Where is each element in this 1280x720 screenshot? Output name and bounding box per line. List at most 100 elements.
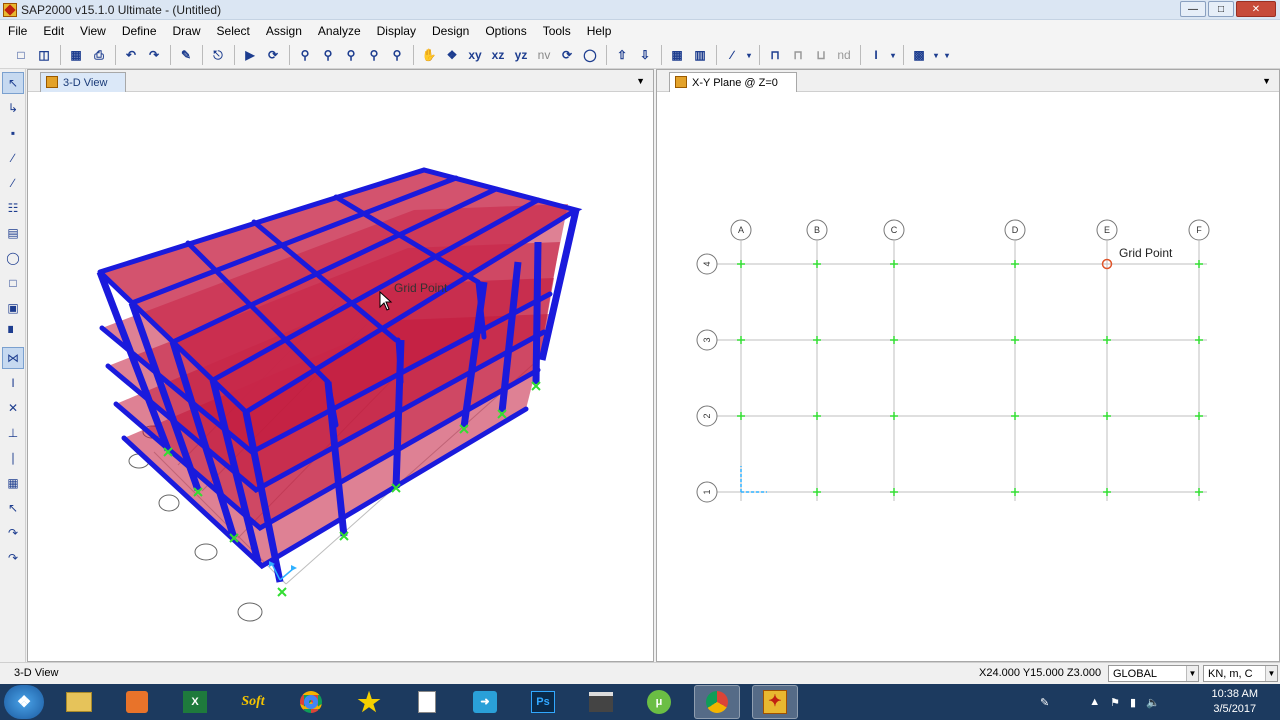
3d-view-pane[interactable]: 3-D View ▼ Grid Point — [27, 69, 654, 662]
minimize-button[interactable]: — — [1180, 1, 1206, 17]
3d-view-icon[interactable]: ❖ — [441, 44, 463, 66]
snap-fine-grid-icon[interactable]: ▦ — [2, 472, 24, 494]
menu-analyze[interactable]: Analyze — [310, 24, 369, 38]
clear-selection-icon[interactable]: ↷ — [2, 547, 24, 569]
units-select[interactable]: KN, m, C ▼ — [1203, 665, 1278, 682]
utorrent-icon[interactable]: μ — [636, 685, 682, 719]
quick-draw-secondary-icon[interactable]: ▤ — [2, 222, 24, 244]
redo-icon[interactable]: ↷ — [143, 44, 165, 66]
previous-selection-icon[interactable]: ↷ — [2, 522, 24, 544]
menu-view[interactable]: View — [72, 24, 114, 38]
3d-view-menu-dropdown-icon[interactable]: ▼ — [636, 76, 645, 86]
lock-icon[interactable]: ⎋ — [207, 44, 229, 66]
zoom-in-icon[interactable]: ⚲ — [317, 44, 339, 66]
perspective-icon[interactable]: ◯ — [579, 44, 601, 66]
excel-icon[interactable]: X — [172, 685, 218, 719]
run-analysis-icon[interactable]: ▶ — [239, 44, 261, 66]
xz-view-button[interactable]: xz — [487, 44, 509, 66]
zoom-full-icon[interactable]: ⚲ — [363, 44, 385, 66]
chrome-icon[interactable] — [288, 685, 334, 719]
system-clock[interactable]: 10:38 AM 3/5/2017 — [1212, 687, 1258, 717]
menu-options[interactable]: Options — [477, 24, 534, 38]
frame-section-icon[interactable]: ⊓ — [764, 44, 786, 66]
show-hidden-icons-icon[interactable]: ▲ — [1089, 696, 1100, 708]
zoom-out-icon[interactable]: ⚲ — [340, 44, 362, 66]
undo-icon[interactable]: ↶ — [120, 44, 142, 66]
section-dropdown-icon[interactable]: ▾ — [888, 44, 898, 66]
menu-file[interactable]: File — [0, 24, 35, 38]
tab-xy-plane[interactable]: X-Y Plane @ Z=0 — [669, 72, 797, 92]
menu-display[interactable]: Display — [369, 24, 424, 38]
select-all-icon[interactable]: ↖ — [2, 497, 24, 519]
i-section-icon[interactable]: I — [865, 44, 887, 66]
quick-draw-frame-icon[interactable]: ∕ — [2, 172, 24, 194]
draw-rect-area-icon[interactable]: □ — [2, 272, 24, 294]
star-app-icon[interactable]: ★ — [346, 685, 392, 719]
chrome-window-icon[interactable] — [694, 685, 740, 719]
close-button[interactable]: ✕ — [1236, 1, 1276, 17]
snap-intersections-icon[interactable]: ✕ — [2, 397, 24, 419]
start-button[interactable]: ❖ — [4, 685, 44, 719]
move-up-icon[interactable]: ⇧ — [611, 44, 633, 66]
draw-frame-icon[interactable]: ∕ — [2, 147, 24, 169]
transfer-app-icon[interactable]: ➜ — [462, 685, 508, 719]
xy-plan-canvas[interactable]: A B C D E F 4 3 2 1 Grid Point — [657, 92, 1279, 661]
menu-draw[interactable]: Draw — [165, 24, 209, 38]
menu-help[interactable]: Help — [579, 24, 620, 38]
show-undeformed-icon[interactable]: ▥ — [689, 44, 711, 66]
nv-view-button[interactable]: nv — [533, 44, 555, 66]
deformed-shape-icon[interactable]: ⊔ — [810, 44, 832, 66]
sap2000-taskbar-icon[interactable]: ✦ — [752, 685, 798, 719]
print-icon[interactable]: ⎙ — [88, 44, 110, 66]
document-icon[interactable] — [404, 685, 450, 719]
snap-points-icon[interactable]: ⋈ — [2, 347, 24, 369]
soft-app-icon[interactable]: Soft — [230, 685, 276, 719]
menu-edit[interactable]: Edit — [35, 24, 72, 38]
maximize-button[interactable]: □ — [1208, 1, 1234, 17]
snap-perpendicular-icon[interactable]: ⊥ — [2, 422, 24, 444]
coordinate-system-select[interactable]: GLOBAL ▼ — [1108, 665, 1199, 682]
pan-hand-icon[interactable]: ✋ — [418, 44, 440, 66]
pen-tablet-icon[interactable]: ✎ — [1040, 696, 1049, 709]
quick-draw-braces-icon[interactable]: ☷ — [2, 197, 24, 219]
video-editor-icon[interactable] — [578, 685, 624, 719]
color-dropdown-icon[interactable]: ▾ — [931, 44, 941, 66]
save-icon[interactable]: ▦ — [65, 44, 87, 66]
battery-icon[interactable]: ▮ — [1130, 696, 1136, 709]
rotate-3d-icon[interactable]: ⟳ — [556, 44, 578, 66]
volume-icon[interactable]: 🔈 — [1146, 696, 1160, 709]
xy-plane-menu-dropdown-icon[interactable]: ▼ — [1262, 76, 1271, 86]
menu-assign[interactable]: Assign — [258, 24, 310, 38]
frame-shape-icon[interactable]: ⊓ — [787, 44, 809, 66]
reshape-tool-icon[interactable]: ↳ — [2, 97, 24, 119]
menu-design[interactable]: Design — [424, 24, 477, 38]
media-player-icon[interactable] — [114, 685, 160, 719]
menu-tools[interactable]: Tools — [535, 24, 579, 38]
photoshop-icon[interactable]: Ps — [520, 685, 566, 719]
new-model-icon[interactable]: □ — [10, 44, 32, 66]
color-display-icon[interactable]: ▩ — [908, 44, 930, 66]
xy-view-button[interactable]: xy — [464, 44, 486, 66]
snap-lines-icon[interactable]: ∣ — [2, 447, 24, 469]
menu-define[interactable]: Define — [114, 24, 165, 38]
xy-plane-pane[interactable]: X-Y Plane @ Z=0 ▼ A B C D E F 4 3 2 1 Gr… — [656, 69, 1280, 662]
refresh-icon[interactable]: ⟳ — [262, 44, 284, 66]
open-icon[interactable]: ◫ — [33, 44, 55, 66]
yz-view-button[interactable]: yz — [510, 44, 532, 66]
move-down-icon[interactable]: ⇩ — [634, 44, 656, 66]
nd-button[interactable]: nd — [833, 44, 855, 66]
toolbar-overflow-icon[interactable]: ▾ — [942, 44, 952, 66]
set-display-options-icon[interactable]: ▦ — [666, 44, 688, 66]
diagonal-dropdown-icon[interactable]: ▾ — [744, 44, 754, 66]
file-explorer-icon[interactable] — [56, 685, 102, 719]
draw-joint-icon[interactable]: ▪ — [2, 122, 24, 144]
zoom-window-icon[interactable]: ⚲ — [294, 44, 316, 66]
diagonal-tool-icon[interactable]: ∕ — [721, 44, 743, 66]
tab-3d-view[interactable]: 3-D View — [40, 72, 127, 92]
pointer-tool-icon[interactable]: ↖ — [2, 72, 24, 94]
zoom-previous-icon[interactable]: ⚲ — [386, 44, 408, 66]
action-center-flag-icon[interactable]: ⚑ — [1110, 696, 1120, 709]
snap-ends-icon[interactable]: I — [2, 372, 24, 394]
draw-solid-icon[interactable]: ▘ — [2, 322, 24, 344]
draw-poly-area-icon[interactable]: ◯ — [2, 247, 24, 269]
